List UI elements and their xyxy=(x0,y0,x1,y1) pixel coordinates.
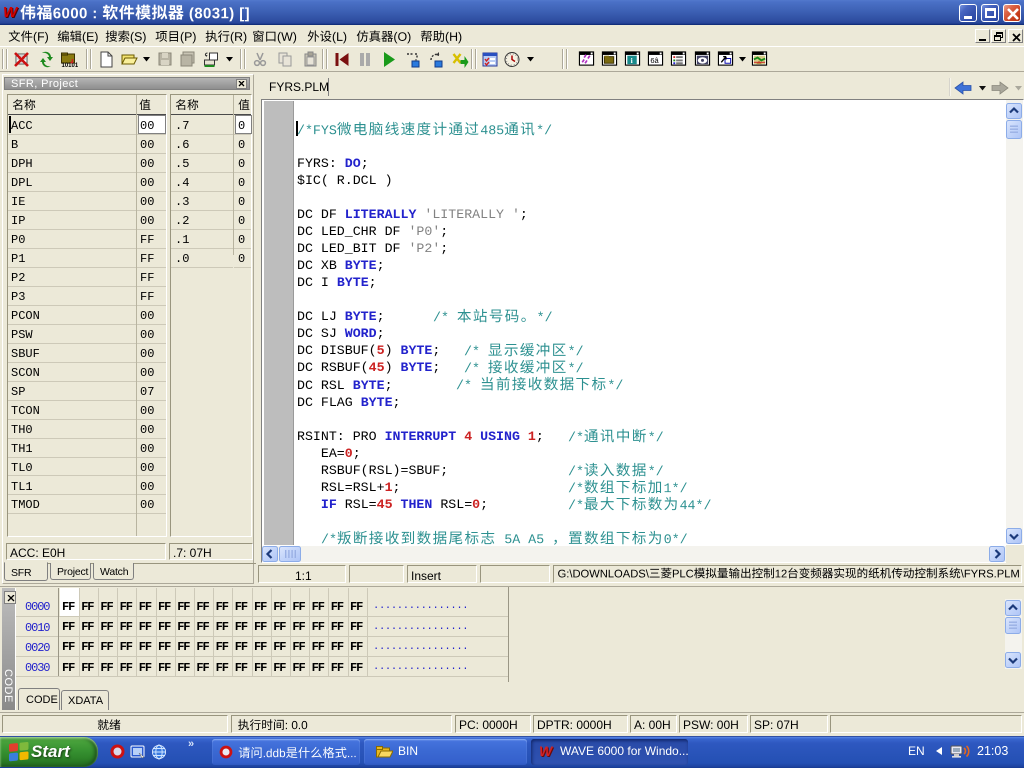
svg-text:6â: 6â xyxy=(650,56,659,65)
svg-text:i: i xyxy=(631,56,633,65)
svg-text:10101: 10101 xyxy=(62,63,79,68)
